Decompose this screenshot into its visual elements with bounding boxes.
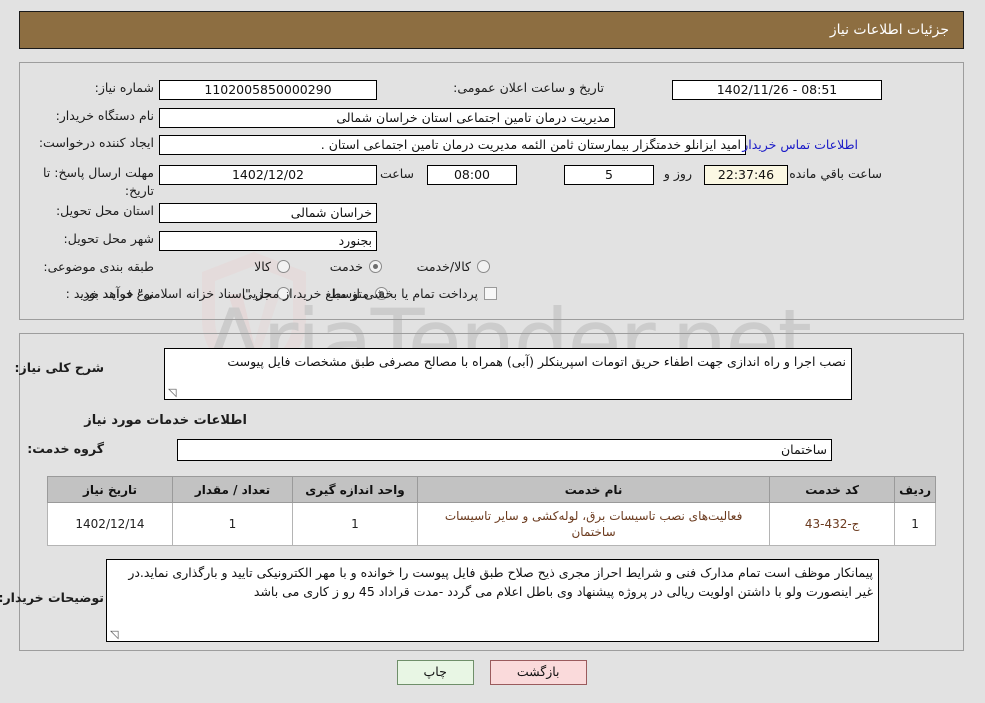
cell-unit: 1 xyxy=(293,502,419,546)
deadline-days-separator: روز و xyxy=(664,166,693,181)
cell-row-no: 1 xyxy=(895,502,937,546)
field-category: طبقه بندی موضوعی: xyxy=(38,259,155,274)
cell-service-name: فعالیت‌های نصب تاسیسات برق، لوله‌کشی و س… xyxy=(417,502,772,546)
need-number-label: شماره نیاز: xyxy=(95,80,155,95)
table-header-row: ردیف کد خدمت نام خدمت واحد اندازه گیری ت… xyxy=(48,476,937,503)
field-city: شهر محل تحویل: xyxy=(59,231,155,246)
general-description-value: نصب اجرا و راه اندازی جهت اطفاء حریق اتو… xyxy=(228,354,847,369)
need-number-value: 1102005850000290 xyxy=(160,80,378,100)
buyer-org-value: مدیریت درمان تامین اجتماعی استان خراسان … xyxy=(160,108,616,128)
page-root: AriaTender.net جزئیات اطلاعات نیاز شماره… xyxy=(0,0,985,703)
field-service-group: گروه خدمت: xyxy=(22,441,105,456)
col-service-name: نام خدمت xyxy=(417,476,772,503)
col-quantity: تعداد / مقدار xyxy=(173,476,294,503)
field-need-number: شماره نیاز: xyxy=(90,80,155,95)
resize-grip-icon-notes[interactable]: ◸ xyxy=(111,628,121,641)
deadline-remaining-label: ساعت باقي مانده xyxy=(790,166,883,181)
category-service-label: خدمت xyxy=(330,259,364,274)
city-label: شهر محل تحویل: xyxy=(64,231,155,246)
buyer-notes-box[interactable]: پیمانکار موظف است تمام مدارک فنی و شرایط… xyxy=(107,559,880,642)
col-need-date: تاریخ نیاز xyxy=(48,476,174,503)
cell-service-code: ج-432-43 xyxy=(770,502,897,546)
announce-datetime-value: 08:51 - 1402/11/26 xyxy=(673,80,883,100)
action-button-bar: بازگشت چاپ xyxy=(0,660,985,685)
deadline-label: مهلت ارسال پاسخ: تا تاریخ: xyxy=(44,165,155,198)
panel-need-info xyxy=(20,62,965,320)
col-service-code: کد خدمت xyxy=(770,476,897,503)
category-goods-label: کالا xyxy=(255,259,272,274)
service-group-value: ساختمان xyxy=(178,439,833,461)
field-general-description: شرح کلی نیاز: xyxy=(10,360,105,375)
cell-need-date: 1402/12/14 xyxy=(48,502,174,546)
services-section-heading: اطلاعات خدمات مورد نیاز xyxy=(85,413,248,428)
col-unit: واحد اندازه گیری xyxy=(293,476,419,503)
category-label: طبقه بندی موضوعی: xyxy=(44,259,155,274)
resize-grip-icon[interactable]: ◸ xyxy=(169,386,179,399)
radio-category-service[interactable] xyxy=(370,260,383,273)
general-description-box[interactable]: نصب اجرا و راه اندازی جهت اطفاء حریق اتو… xyxy=(165,348,853,400)
field-province: استان محل تحویل: xyxy=(51,203,155,218)
table-row: 1 ج-432-43 فعالیت‌های نصب تاسیسات برق، ل… xyxy=(48,502,937,546)
deadline-countdown-value: 22:37:46 xyxy=(705,165,789,185)
checkbox-treasury-bond[interactable] xyxy=(485,287,498,300)
category-option-goods-service[interactable]: کالا/خدمت xyxy=(416,259,495,274)
deadline-hour-value: 08:00 xyxy=(428,165,518,185)
treasury-bond-option[interactable]: پرداخت تمام یا بخشی از مبلغ خرید،از محل … xyxy=(78,286,502,301)
buyer-notes-label: توضیحات خریدار: xyxy=(0,590,105,605)
field-announce-datetime: تاریخ و ساعت اعلان عمومی: xyxy=(448,80,605,95)
page-title: جزئیات اطلاعات نیاز xyxy=(830,22,950,38)
print-button[interactable]: چاپ xyxy=(397,660,475,685)
col-row-no: ردیف xyxy=(895,476,937,503)
buyer-org-label: نام دستگاه خریدار: xyxy=(56,108,155,123)
category-option-goods[interactable]: کالا xyxy=(253,259,295,274)
city-value: بجنورد xyxy=(160,231,378,251)
buyer-contact-link[interactable]: اطلاعات تماس خریدار xyxy=(743,137,865,152)
radio-category-goods[interactable] xyxy=(278,260,291,273)
items-table-wrapper: ردیف کد خدمت نام خدمت واحد اندازه گیری ت… xyxy=(48,476,937,546)
category-option-service[interactable]: خدمت xyxy=(329,259,387,274)
items-table: ردیف کد خدمت نام خدمت واحد اندازه گیری ت… xyxy=(48,476,937,546)
buyer-notes-value: پیمانکار موظف است تمام مدارک فنی و شرایط… xyxy=(129,565,874,599)
creator-label: ایجاد کننده درخواست: xyxy=(39,135,155,150)
page-header-bar: جزئیات اطلاعات نیاز xyxy=(20,11,965,49)
province-value: خراسان شمالی xyxy=(160,203,378,223)
deadline-days-value: 5 xyxy=(565,165,655,185)
back-button[interactable]: بازگشت xyxy=(490,660,588,685)
field-deadline: مهلت ارسال پاسخ: تا تاریخ: xyxy=(40,163,155,199)
field-buyer-notes: توضیحات خریدار: xyxy=(0,590,105,605)
field-buyer-org: نام دستگاه خریدار: xyxy=(51,108,155,123)
field-creator: ایجاد کننده درخواست: xyxy=(34,135,155,150)
creator-value: امید ایزانلو خدمتگزار بیمارستان ثامن الئ… xyxy=(160,135,747,155)
deadline-date-value: 1402/12/02 xyxy=(160,165,378,185)
radio-category-goods-service[interactable] xyxy=(478,260,491,273)
general-description-label: شرح کلی نیاز: xyxy=(15,360,105,375)
service-group-label: گروه خدمت: xyxy=(28,441,105,456)
cell-quantity: 1 xyxy=(173,502,294,546)
deadline-hour-label: ساعت xyxy=(380,166,415,181)
treasury-bond-label: پرداخت تمام یا بخشی از مبلغ خرید،از محل … xyxy=(80,286,479,301)
category-goods-service-label: کالا/خدمت xyxy=(417,259,472,274)
announce-datetime-label: تاریخ و ساعت اعلان عمومی: xyxy=(454,80,605,95)
province-label: استان محل تحویل: xyxy=(56,203,155,218)
